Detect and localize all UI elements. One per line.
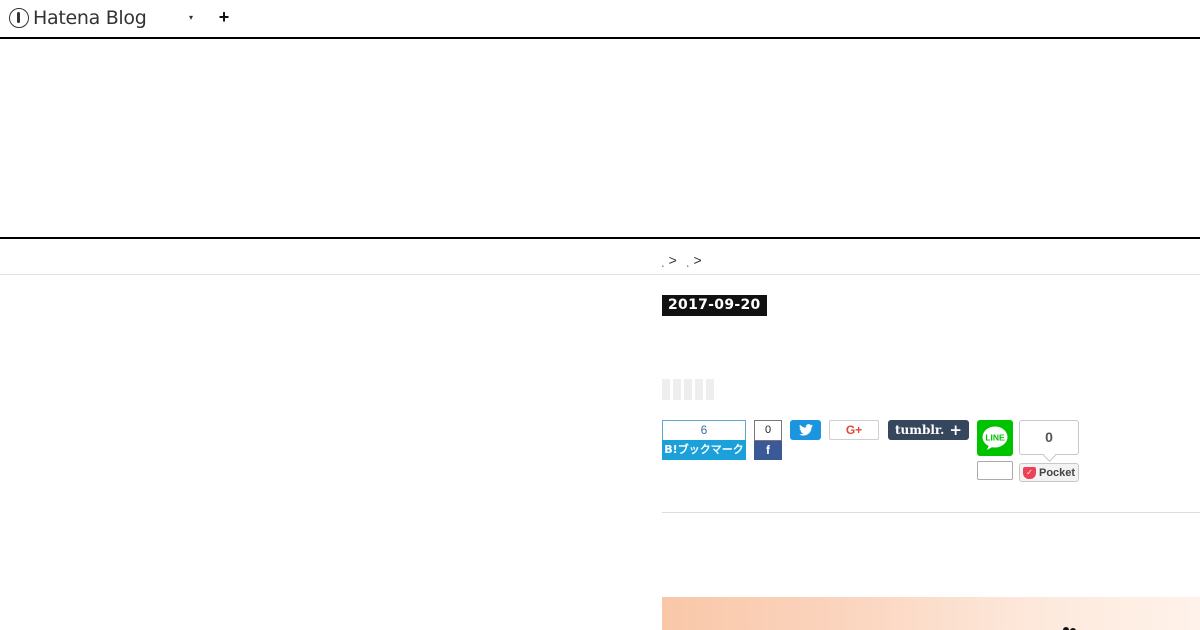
pocket-count: 0: [1019, 420, 1079, 455]
line-share-count: [977, 461, 1013, 480]
breadcrumb-divider: [0, 274, 1200, 275]
tumblr-share-button[interactable]: tumblr. +: [888, 420, 969, 440]
entry-date[interactable]: 2017-09-20: [662, 295, 767, 316]
breadcrumb-link-home[interactable]: ˛: [662, 258, 665, 267]
hatena-bookmark-label[interactable]: B!ブックマーク: [662, 440, 746, 460]
entry-image[interactable]: [662, 597, 1200, 630]
facebook-icon[interactable]: f: [754, 441, 782, 460]
twitter-share-button[interactable]: [790, 420, 821, 440]
menu-dropdown-button[interactable]: ▾: [184, 10, 198, 26]
line-label: LINE: [985, 433, 1005, 443]
category-placeholder[interactable]: [695, 379, 703, 400]
pocket-icon: ✓: [1023, 466, 1036, 479]
pocket-button[interactable]: ✓ Pocket: [1019, 463, 1079, 482]
entry-divider: [662, 512, 1200, 513]
image-figure-icon: [1063, 627, 1076, 630]
line-share-button[interactable]: LINE: [977, 420, 1013, 456]
entry-categories: [662, 379, 714, 400]
hatena-global-header: Hatena Blog ▾ +: [0, 0, 1200, 39]
hatena-logo-icon: [9, 8, 29, 28]
pocket-label: Pocket: [1039, 466, 1076, 479]
category-placeholder[interactable]: [662, 379, 670, 400]
logo-text: Hatena Blog: [33, 7, 147, 29]
twitter-bird-icon: [798, 424, 813, 436]
hatena-bookmark-count[interactable]: 6: [662, 420, 746, 440]
plus-icon: +: [949, 421, 962, 439]
hatena-blog-logo[interactable]: Hatena Blog: [9, 7, 147, 29]
hatena-bookmark-button[interactable]: 6 B!ブックマーク: [662, 420, 746, 460]
add-button[interactable]: +: [215, 7, 233, 27]
breadcrumb-link-archive[interactable]: ˛: [687, 258, 690, 267]
blog-header: [0, 39, 1200, 239]
category-placeholder[interactable]: [706, 379, 714, 400]
breadcrumb-separator: >: [693, 252, 702, 268]
facebook-share-count: 0: [754, 420, 782, 441]
facebook-share-button[interactable]: 0 f: [754, 420, 782, 460]
line-icon: LINE: [982, 426, 1008, 450]
googleplus-share-button[interactable]: G+: [829, 420, 879, 440]
category-placeholder[interactable]: [684, 379, 692, 400]
breadcrumb-separator: >: [668, 252, 677, 268]
breadcrumb: ˛ > ˛ >: [662, 252, 708, 268]
tumblr-label: tumblr.: [895, 423, 945, 437]
category-placeholder[interactable]: [673, 379, 681, 400]
